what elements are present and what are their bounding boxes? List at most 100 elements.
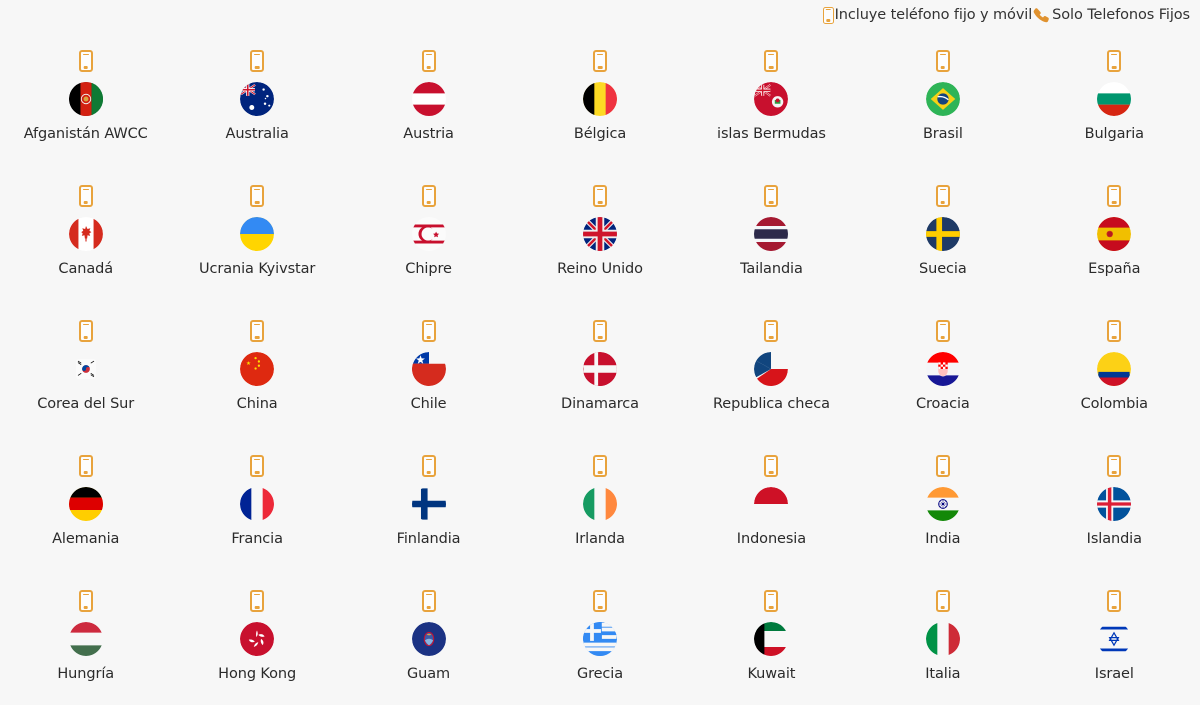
cell-phone-slot [421, 184, 436, 208]
country-label: Italia [925, 666, 961, 682]
country-cell[interactable]: España [1029, 165, 1200, 300]
cell-flag-slot [925, 79, 960, 119]
country-cell[interactable]: Suecia [857, 165, 1028, 300]
cell-flag-slot [1097, 484, 1132, 524]
country-cell[interactable]: Hungría [0, 570, 171, 705]
country-cell[interactable]: Kuwait [686, 570, 857, 705]
country-label: Chile [410, 396, 447, 412]
country-label: Finlandia [396, 531, 461, 547]
country-label: Afganistán AWCC [23, 126, 148, 142]
flag-is-icon [1097, 487, 1132, 521]
cell-phone-slot [78, 49, 93, 73]
flag-in-icon [925, 487, 960, 521]
mobile-icon [822, 6, 834, 24]
country-cell[interactable]: Finlandia [343, 435, 514, 570]
country-label: China [236, 396, 278, 412]
country-label: Suecia [919, 261, 967, 277]
country-cell[interactable]: Hong Kong [171, 570, 342, 705]
country-cell[interactable]: Bélgica [514, 30, 685, 165]
cell-phone-slot [764, 319, 779, 343]
country-cell[interactable]: Colombia [1029, 300, 1200, 435]
country-cell[interactable]: Indonesia [686, 435, 857, 570]
country-cell[interactable]: Irlanda [514, 435, 685, 570]
country-label: Austria [403, 126, 454, 142]
cell-phone-slot [592, 49, 607, 73]
flag-kr-icon [75, 359, 96, 379]
country-cell[interactable]: Ucrania Kyivstar [171, 165, 342, 300]
flag-at-icon [411, 82, 446, 116]
mobile-icon [250, 590, 265, 612]
flag-cy-icon [411, 217, 446, 251]
cell-phone-slot [250, 589, 265, 613]
country-cell[interactable]: Grecia [514, 570, 685, 705]
mobile-icon [78, 455, 93, 477]
cell-flag-slot [1097, 214, 1132, 254]
country-label: Colombia [1080, 396, 1148, 412]
cell-phone-slot [421, 49, 436, 73]
cell-phone-slot [250, 454, 265, 478]
country-cell[interactable]: Bulgaria [1029, 30, 1200, 165]
country-label: Croacia [915, 396, 970, 412]
flag-co-icon [1097, 352, 1132, 386]
flag-gb-icon [582, 217, 617, 251]
country-cell[interactable]: Corea del Sur [0, 300, 171, 435]
country-cell[interactable]: Tailandia [686, 165, 857, 300]
mobile-icon [1107, 455, 1122, 477]
flag-cn-icon [240, 352, 275, 386]
mobile-icon [78, 50, 93, 72]
mobile-icon [764, 185, 779, 207]
cell-flag-slot [411, 484, 446, 524]
country-cell[interactable]: Australia [171, 30, 342, 165]
flag-cz-icon [754, 352, 789, 386]
country-cell[interactable]: Islandia [1029, 435, 1200, 570]
country-cell[interactable]: Croacia [857, 300, 1028, 435]
flag-be-icon [582, 82, 617, 116]
telephone-receiver-icon [1032, 6, 1051, 25]
country-cell[interactable]: Alemania [0, 435, 171, 570]
flag-gu-icon [411, 622, 446, 656]
cell-flag-slot [582, 484, 617, 524]
cell-flag-slot [925, 214, 960, 254]
country-cell[interactable]: Israel [1029, 570, 1200, 705]
cell-flag-slot [411, 619, 446, 659]
country-cell[interactable]: Chile [343, 300, 514, 435]
cell-phone-slot [421, 319, 436, 343]
cell-flag-slot [754, 484, 789, 524]
mobile-icon [935, 590, 950, 612]
country-cell[interactable]: Republica checa [686, 300, 857, 435]
cell-phone-slot [935, 184, 950, 208]
mobile-icon [935, 50, 950, 72]
cell-phone-slot [250, 319, 265, 343]
flag-fi-icon [411, 487, 446, 521]
country-cell[interactable]: Austria [343, 30, 514, 165]
country-cell[interactable]: Chipre [343, 165, 514, 300]
country-label: Tailandia [740, 261, 803, 277]
country-cell[interactable]: Canadá [0, 165, 171, 300]
mobile-icon [78, 320, 93, 342]
country-cell[interactable]: Reino Unido [514, 165, 685, 300]
flag-bm-icon [754, 82, 789, 116]
country-cell[interactable]: Afganistán AWCC [0, 30, 171, 165]
country-cell[interactable]: Guam [343, 570, 514, 705]
country-cell[interactable]: Italia [857, 570, 1028, 705]
country-cell[interactable]: India [857, 435, 1028, 570]
country-label: Francia [231, 531, 283, 547]
country-label: islas Bermudas [717, 126, 826, 142]
cell-phone-slot [592, 184, 607, 208]
country-label: Hong Kong [218, 666, 297, 682]
flag-il-icon [1097, 622, 1132, 656]
mobile-icon [592, 590, 607, 612]
country-cell[interactable]: Francia [171, 435, 342, 570]
country-cell[interactable]: Brasil [857, 30, 1028, 165]
mobile-icon [421, 185, 436, 207]
country-cell[interactable]: Dinamarca [514, 300, 685, 435]
country-cell[interactable]: islas Bermudas [686, 30, 857, 165]
flag-gr-icon [582, 622, 617, 656]
country-cell[interactable]: China [171, 300, 342, 435]
cell-flag-slot [240, 214, 275, 254]
cell-phone-slot [1107, 184, 1122, 208]
country-label: Islandia [1086, 531, 1142, 547]
cell-flag-slot [68, 484, 103, 524]
cell-phone-slot [764, 454, 779, 478]
cell-flag-slot [925, 484, 960, 524]
